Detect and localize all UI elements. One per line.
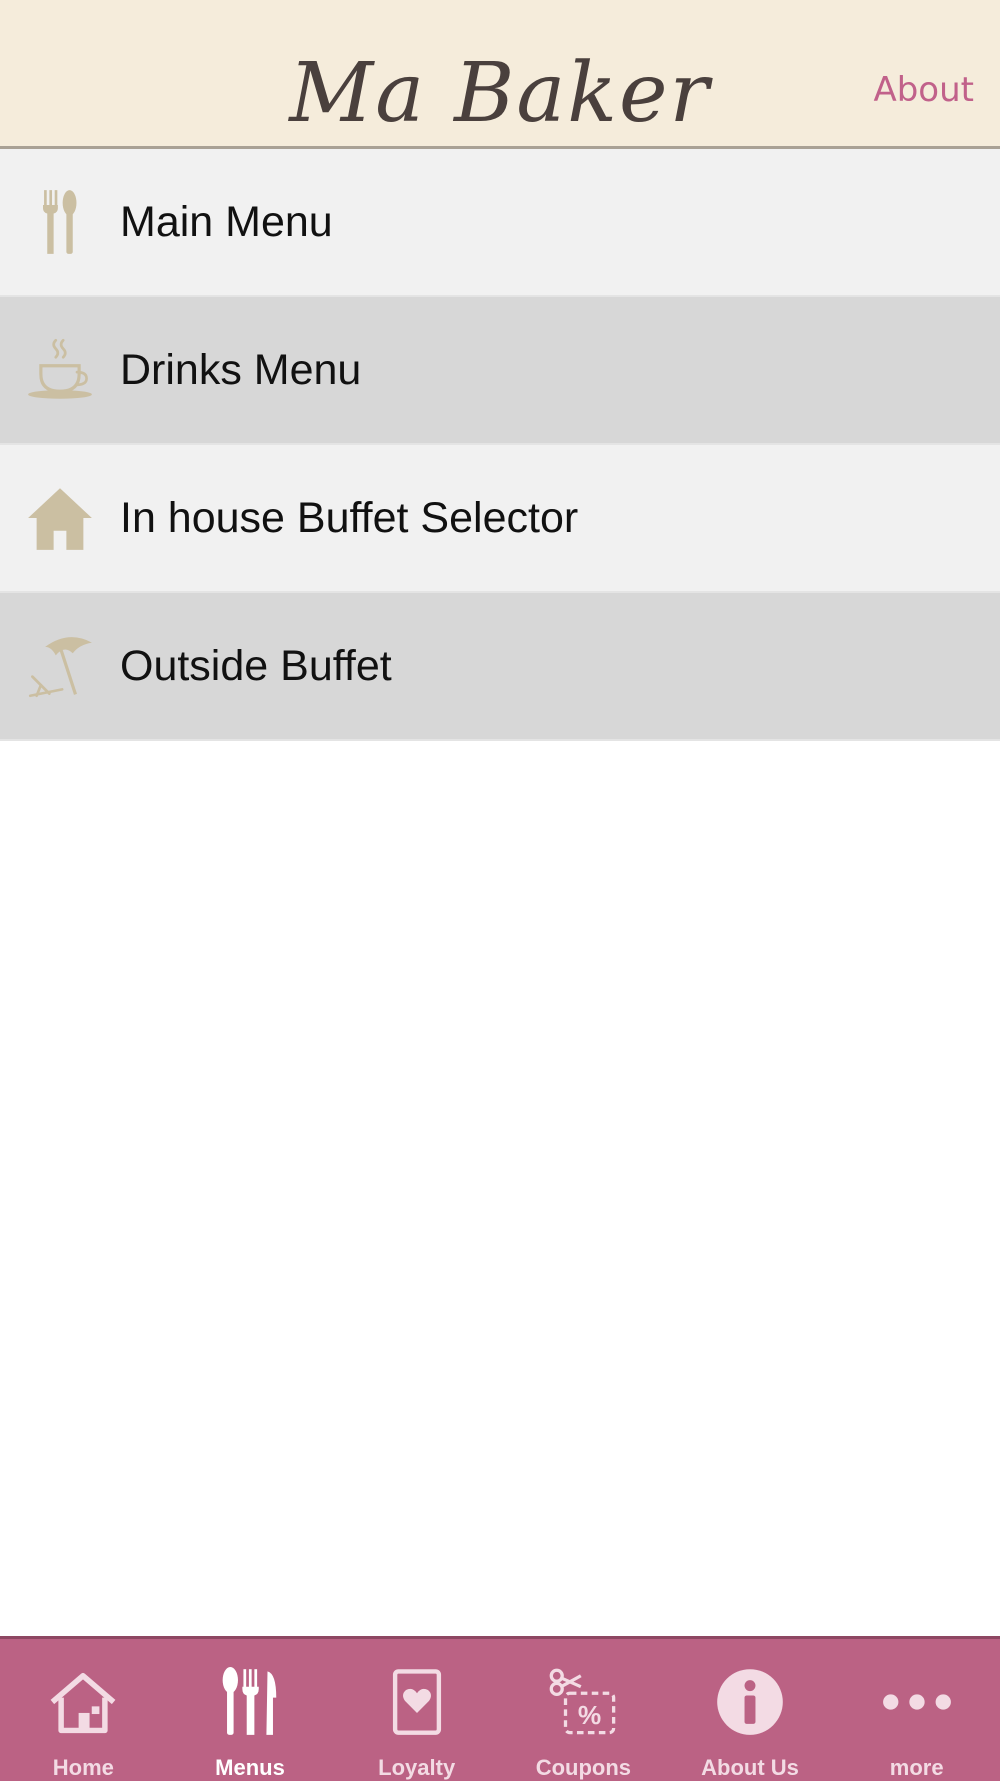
tab-coupons[interactable]: % Coupons [500, 1639, 667, 1781]
loyalty-card-icon [379, 1667, 455, 1737]
menu-item-drinks-menu[interactable]: Drinks Menu [0, 297, 1000, 445]
tab-loyalty[interactable]: Loyalty [333, 1639, 500, 1781]
tab-menus[interactable]: Menus [167, 1639, 334, 1781]
beach-umbrella-icon [0, 593, 120, 739]
house-icon [0, 445, 120, 591]
app-title: Ma Baker [289, 46, 711, 141]
tab-label: Loyalty [378, 1755, 456, 1780]
about-link[interactable]: About [873, 70, 974, 110]
tab-label: more [889, 1755, 944, 1780]
menu-item-label: Drinks Menu [120, 345, 362, 394]
coffee-cup-icon [0, 297, 120, 443]
more-dots-icon [879, 1667, 955, 1737]
cutlery-icon [212, 1667, 288, 1737]
menu-list: Main Menu Drinks Menu In house Buffet Se… [0, 149, 1000, 741]
tab-about-us[interactable]: About Us [667, 1639, 834, 1781]
tab-bar: Home Menus Loyalty % Coupons About Us mo… [0, 1636, 1000, 1781]
menu-item-label: Outside Buffet [120, 641, 392, 690]
tab-home[interactable]: Home [0, 1639, 167, 1781]
info-icon [712, 1667, 788, 1737]
menu-item-in-house-buffet-selector[interactable]: In house Buffet Selector [0, 445, 1000, 593]
home-icon [45, 1667, 121, 1737]
menu-item-outside-buffet[interactable]: Outside Buffet [0, 593, 1000, 741]
tab-more[interactable]: more [833, 1639, 1000, 1781]
menu-item-main-menu[interactable]: Main Menu [0, 149, 1000, 297]
coupon-icon: % [545, 1667, 621, 1737]
tab-label: Home [52, 1755, 114, 1780]
tab-label: Menus [215, 1755, 285, 1780]
tab-label: About Us [701, 1755, 799, 1780]
tab-label: Coupons [535, 1755, 632, 1780]
svg-text:%: % [578, 1700, 601, 1730]
menu-item-label: Main Menu [120, 197, 333, 246]
menu-item-label: In house Buffet Selector [120, 493, 579, 542]
app-header: Ma Baker About [0, 0, 1000, 149]
cutlery-icon [0, 149, 120, 295]
